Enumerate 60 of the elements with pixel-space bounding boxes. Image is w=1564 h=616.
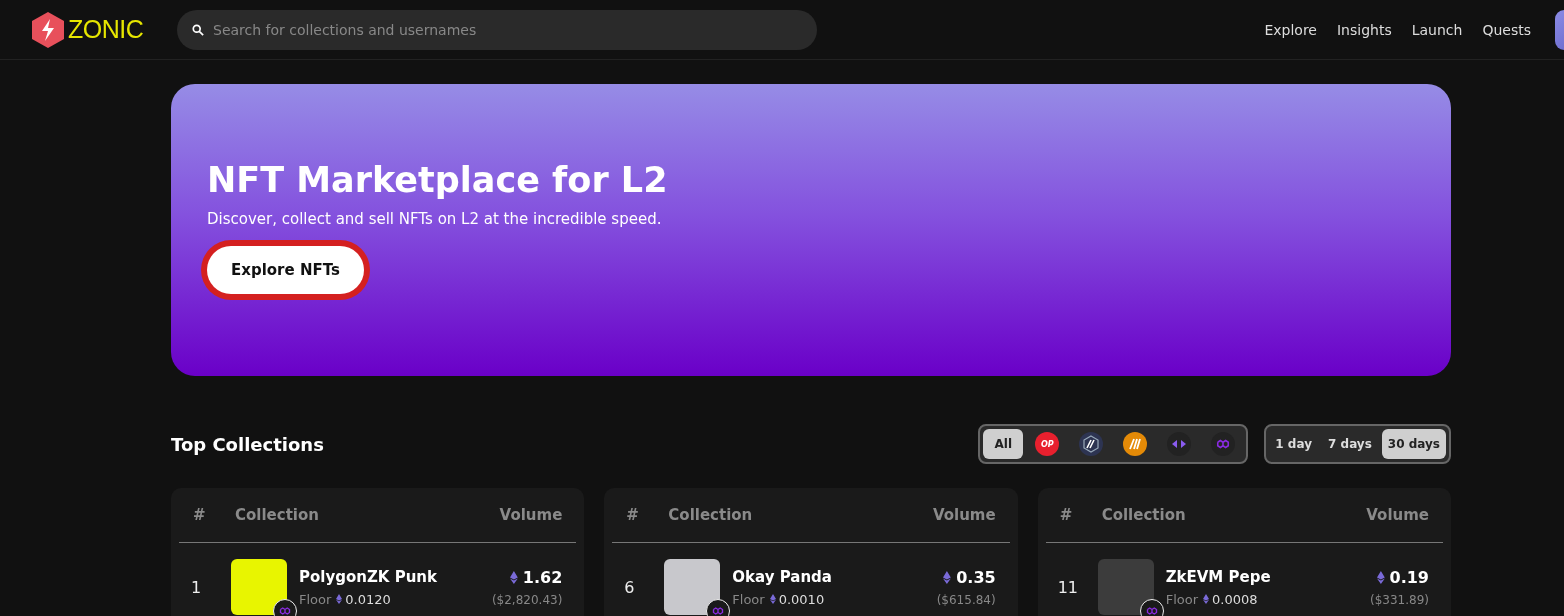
avatar[interactable] (1555, 9, 1564, 50)
ethereum-icon (510, 570, 518, 584)
optimism-icon: OP (1035, 432, 1060, 456)
collection-name[interactable]: PolygonZK Punk (299, 567, 492, 586)
volume-value: 0.19 (1389, 567, 1429, 587)
volume-usd: ($615.84) (936, 592, 996, 607)
arrows-icon (1167, 432, 1192, 456)
column-header: Collection (668, 506, 754, 524)
period-tab[interactable]: 30 days (1381, 429, 1446, 459)
hero-subtitle: Discover, collect and sell NFTs on L2 at the incredible speed. (207, 210, 662, 228)
column-header: # (1059, 506, 1074, 524)
column-header: Volume (1366, 506, 1429, 524)
section-title: Top Collections (171, 433, 324, 455)
column-header: Volume (499, 506, 563, 524)
polygon-icon (712, 605, 725, 616)
search-field[interactable]: Search for collections and usernames (177, 9, 817, 50)
logo-text[interactable]: ZONIC (68, 15, 144, 44)
nova-icon (1123, 432, 1148, 456)
rank-number: 1 (191, 577, 203, 597)
rank-number: 6 (624, 577, 636, 597)
ethereum-icon (1203, 594, 1209, 604)
chain-tab[interactable]: All (983, 429, 1024, 459)
polygon-icon (1145, 605, 1158, 616)
volume-usd: ($331.89) (1370, 592, 1429, 607)
nav-link[interactable]: Explore (1264, 21, 1317, 38)
floor-price: 0.0008 (1212, 591, 1258, 607)
hero-title: NFT Marketplace for L2 (207, 160, 668, 200)
polygon-icon (279, 605, 291, 616)
floor-label: Floor (1165, 591, 1198, 607)
nav-link[interactable]: Launch (1411, 21, 1463, 38)
chain-tab[interactable]: OP (1027, 429, 1068, 459)
arbitrum-icon (1079, 432, 1104, 456)
column-header: Collection (1101, 506, 1187, 524)
column-header: # (193, 506, 207, 524)
column-header: # (626, 506, 640, 524)
volume-usd: ($2,820.43) (491, 592, 563, 607)
logo-icon (30, 10, 66, 49)
ethereum-icon (943, 570, 952, 584)
search-icon (192, 23, 204, 36)
collection-name[interactable]: Okay Panda (732, 567, 937, 586)
collection-name[interactable]: ZkEVM Pepe (1165, 567, 1370, 586)
period-tab[interactable]: 7 days (1322, 429, 1378, 459)
volume-value: 0.35 (956, 567, 996, 587)
photo-placeholder[interactable] (664, 559, 721, 615)
ethereum-icon (336, 594, 343, 604)
rank-number: 11 (1057, 577, 1079, 597)
floor-price: 0.0010 (778, 591, 825, 607)
floor-label: Floor (732, 591, 765, 607)
nav-link[interactable]: Insights (1336, 21, 1392, 38)
nav-link[interactable]: Quests (1482, 21, 1531, 38)
column-header: Volume (932, 506, 996, 524)
floor-price: 0.0120 (345, 591, 391, 607)
column-header: Collection (235, 506, 320, 524)
volume-value: 1.62 (522, 567, 563, 587)
ethereum-icon (1376, 570, 1385, 584)
ethereum-icon (769, 594, 776, 604)
polygon-icon (1216, 437, 1231, 451)
floor-label: Floor (299, 591, 332, 607)
photo-placeholder[interactable] (231, 559, 287, 615)
period-tab[interactable]: 1 day (1269, 429, 1318, 459)
